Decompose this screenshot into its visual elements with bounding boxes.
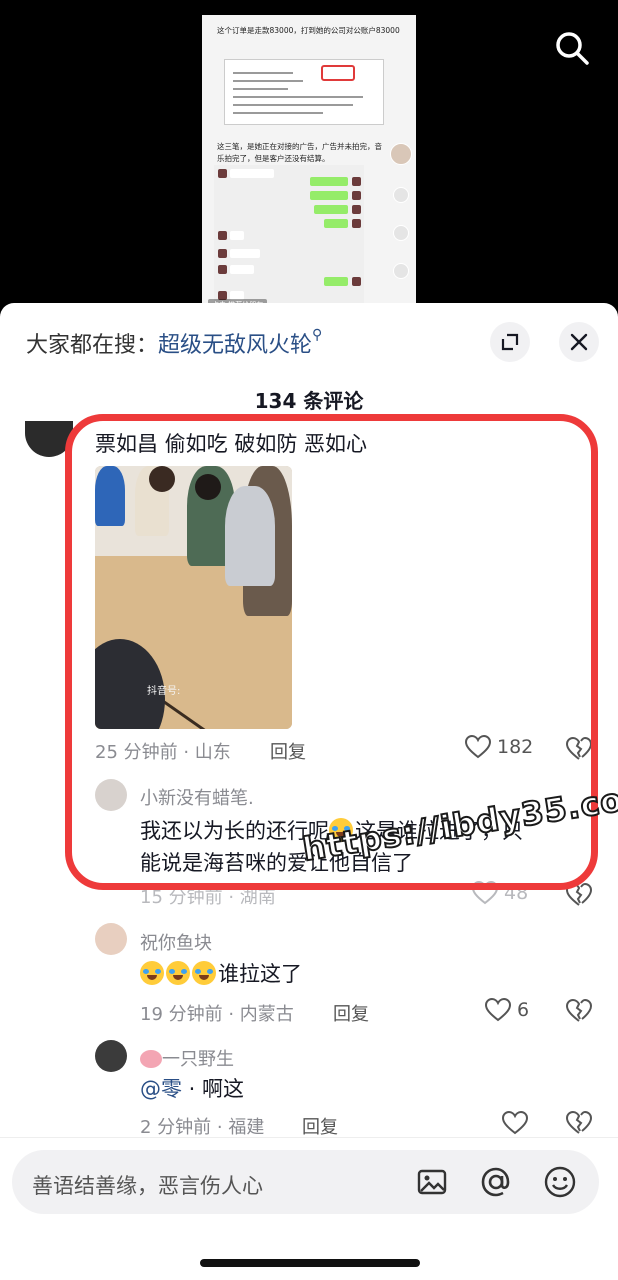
comment-meta: 2 分钟前 · 福建 (140, 1117, 265, 1138)
comment-icon[interactable] (393, 225, 409, 241)
emoji-icon[interactable] (542, 1164, 578, 1200)
home-indicator (200, 1259, 420, 1267)
comment-count: 134 条评论 (254, 389, 364, 413)
document-stamp (321, 65, 355, 81)
comment-text: @零 · 啊这 (140, 1077, 245, 1101)
comment-input-bar: 善语结善缘，恶言伤人心 (0, 1137, 618, 1280)
author-avatar[interactable] (390, 143, 412, 165)
hot-search[interactable]: 大家都在搜：超级无敌风火轮⚲ (26, 327, 322, 359)
expand-icon (501, 333, 519, 351)
avatar[interactable] (95, 1040, 127, 1072)
small-search-icon: ⚲ (312, 327, 323, 343)
reply-button[interactable]: 回复 (302, 1113, 338, 1139)
image-icon[interactable] (414, 1164, 450, 1200)
comment-sheet: 大家都在搜：超级无敌风火轮⚲ 134 条评论 票如昌 偷如吃 破如防 恶如心 抖… (0, 303, 618, 1280)
video-side-actions (390, 143, 414, 313)
favorite-icon[interactable] (393, 263, 409, 279)
search-icon[interactable] (554, 30, 590, 66)
heart-icon[interactable] (502, 1111, 528, 1135)
close-icon (570, 333, 588, 351)
hot-search-keyword[interactable]: 超级无敌风火轮 (158, 333, 312, 358)
tears-of-joy-emoji (192, 961, 216, 985)
video-player[interactable]: 这个订单是走款83000，打到她的公司对公账户83000 这三笔，是她正在对接的… (0, 0, 618, 330)
reply-button[interactable]: 回复 (333, 1000, 369, 1026)
hot-search-prefix: 大家都在搜： (26, 333, 159, 358)
heart-icon (485, 998, 511, 1022)
comment-username[interactable]: 一只野生 (140, 1045, 234, 1071)
broken-heart-icon[interactable] (566, 1111, 592, 1135)
at-icon[interactable] (478, 1164, 514, 1200)
broken-heart-icon[interactable] (566, 999, 592, 1023)
tears-of-joy-emoji (166, 961, 190, 985)
mention-link[interactable]: @零 (140, 1077, 182, 1101)
close-button[interactable] (559, 322, 599, 362)
like-count: 6 (517, 999, 530, 1021)
like-button[interactable]: 6 (485, 998, 529, 1022)
video-chat-screenshot (214, 165, 364, 315)
like-icon[interactable] (393, 187, 409, 203)
comment-input[interactable]: 善语结善缘，恶言伤人心 (12, 1150, 599, 1214)
video-caption-top: 这个订单是走款83000，打到她的公司对公账户83000 (217, 26, 400, 35)
tears-of-joy-emoji (140, 961, 164, 985)
expand-button[interactable] (490, 322, 530, 362)
video-frame: 这个订单是走款83000，打到她的公司对公账户83000 这三笔，是她正在对接的… (202, 15, 416, 315)
video-caption-mid: 这三笔，是她正在对接的广告，广告并未拍完，音乐拍完了，但是客户还没有结算。 (217, 142, 382, 163)
video-document-image (224, 59, 384, 125)
comment-text: 谁拉这了 (140, 958, 302, 990)
comment-meta: 19 分钟前 · 内蒙古 (140, 1004, 294, 1025)
comment-input-placeholder: 善语结善缘，恶言伤人心 (32, 1174, 263, 1198)
comment-username[interactable]: 祝你鱼块 (140, 929, 212, 955)
pig-emoji (140, 1050, 162, 1068)
avatar[interactable] (95, 923, 127, 955)
